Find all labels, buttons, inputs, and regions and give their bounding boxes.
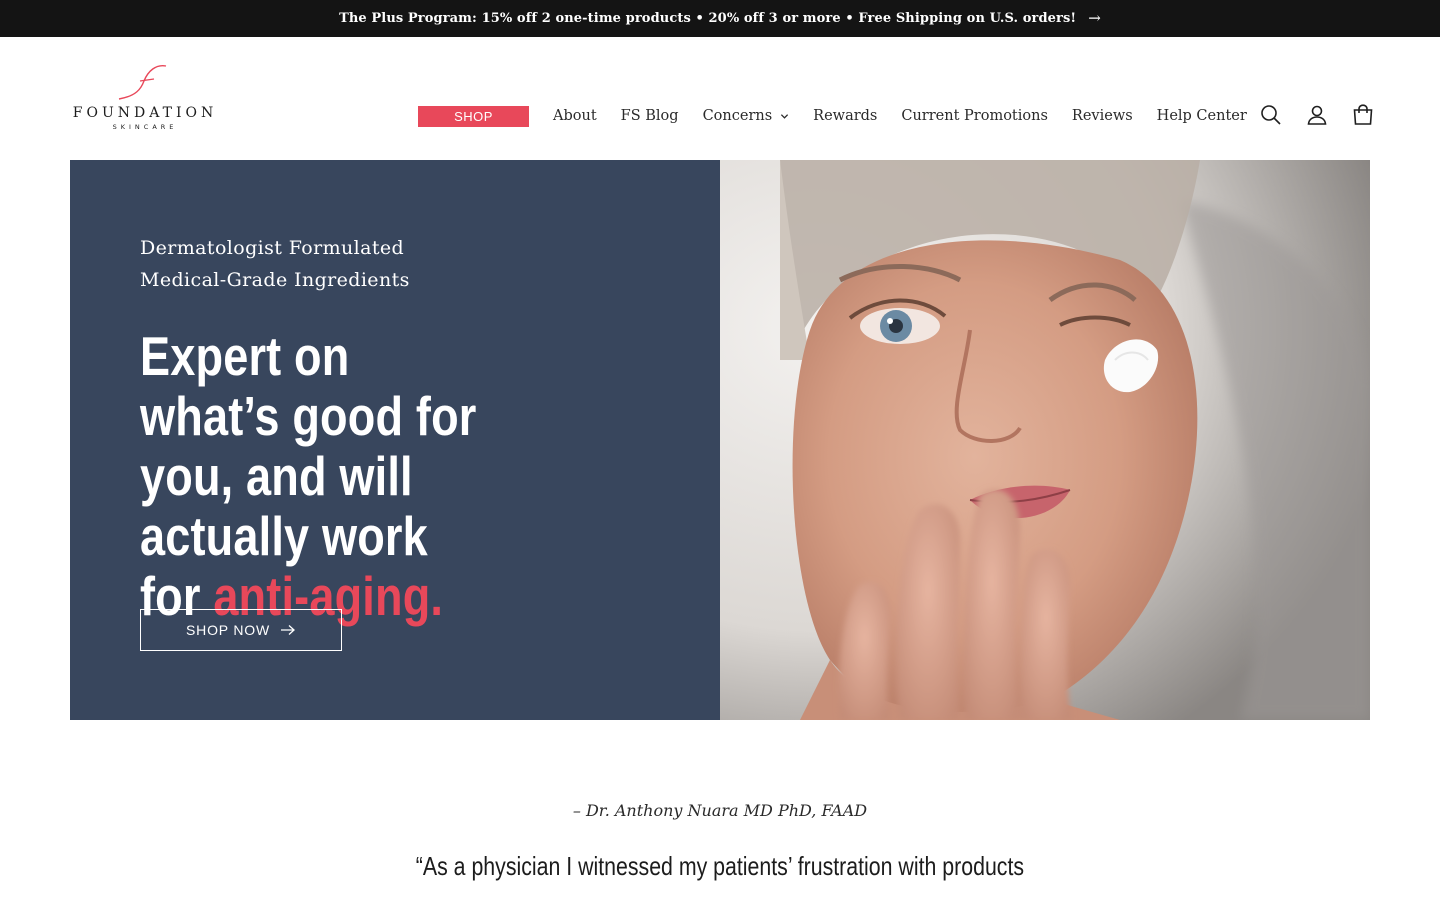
account-icon[interactable] — [1305, 103, 1329, 127]
nav-link-rewards[interactable]: Rewards — [813, 108, 877, 124]
hero-image — [720, 160, 1370, 720]
hero-subtitle-line1: Dermatologist Formulated — [140, 237, 405, 259]
hero-title: Expert on what’s good for you, and will … — [140, 326, 484, 626]
announcement-bar[interactable]: The Plus Program: 15% off 2 one-time pro… — [0, 0, 1440, 37]
logo-wordmark: FOUNDATION — [72, 105, 218, 121]
shop-button[interactable]: SHOP — [418, 105, 529, 127]
logo-subtext: SKINCARE — [112, 123, 178, 131]
header-icons — [1259, 103, 1375, 127]
nav-link-reviews[interactable]: Reviews — [1072, 108, 1133, 124]
nav-link-help-center[interactable]: Help Center — [1157, 108, 1247, 124]
woman-applying-cream-image — [720, 160, 1370, 720]
shop-now-button[interactable]: SHOP NOW — [140, 609, 342, 651]
testimonial-quote-text: “As a physician I witnessed my patients’… — [415, 851, 1025, 881]
logo-script-f-icon — [118, 64, 167, 100]
testimonial-author: – Dr. Anthony Nuara MD PhD, FAAD — [572, 801, 868, 820]
search-icon[interactable] — [1259, 103, 1283, 127]
arrow-right-icon[interactable]: → — [1088, 11, 1101, 26]
nav-link-fs-blog[interactable]: FS Blog — [621, 108, 679, 124]
chevron-down-icon[interactable] — [780, 112, 789, 121]
hero-subtitle-line2: Medical-Grade Ingredients — [140, 269, 410, 291]
announcement-text[interactable]: The Plus Program: 15% off 2 one-time pro… — [339, 11, 1076, 26]
cart-icon[interactable] — [1351, 103, 1375, 127]
main-nav: SHOP About FS Blog Concerns Rewards Curr… — [418, 103, 1247, 129]
arrow-right-icon[interactable] — [280, 624, 296, 636]
testimonial-quote: “As a physician I witnessed my patients’… — [0, 851, 1440, 882]
nav-link-about[interactable]: About — [553, 108, 597, 124]
nav-link-current-promotions[interactable]: Current Promotions — [901, 108, 1048, 124]
logo[interactable]: FOUNDATION SKINCARE — [70, 63, 222, 135]
hero-text-panel: Dermatologist Formulated Medical-Grade I… — [70, 160, 720, 720]
shop-now-label[interactable]: SHOP NOW — [186, 622, 270, 638]
nav-link-concerns[interactable]: Concerns — [703, 108, 790, 124]
hero-subtitle: Dermatologist Formulated Medical-Grade I… — [140, 232, 410, 296]
nav-link-concerns-label[interactable]: Concerns — [703, 108, 773, 124]
site-header: FOUNDATION SKINCARE SHOP About FS Blog C… — [0, 37, 1440, 160]
